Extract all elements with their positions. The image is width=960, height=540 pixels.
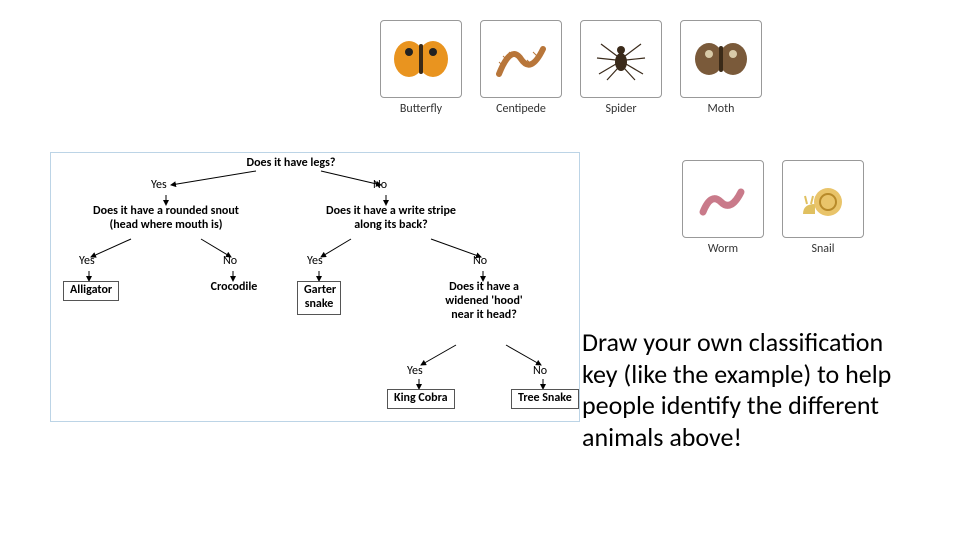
- answer-no: No: [223, 255, 237, 269]
- question-stripe: Does it have a write stripe along its ba…: [311, 205, 471, 233]
- answer-no: No: [533, 365, 547, 379]
- leaf-alligator: Alligator: [63, 281, 119, 301]
- animal-card-worm: Worm: [682, 160, 764, 256]
- animal-card-spider: Spider: [580, 20, 662, 116]
- animal-label: Centipede: [496, 102, 546, 116]
- animal-label: Moth: [708, 102, 735, 116]
- question-snout: Does it have a rounded snout (head where…: [81, 205, 251, 233]
- worm-icon: [682, 160, 764, 238]
- answer-yes: Yes: [307, 255, 323, 269]
- classification-key-example: Does it have legs? Yes No Does it have a…: [50, 152, 580, 422]
- butterfly-icon: [380, 20, 462, 98]
- answer-yes: Yes: [407, 365, 423, 379]
- animal-card-moth: Moth: [680, 20, 762, 116]
- animal-label: Snail: [811, 242, 834, 256]
- centipede-icon: [480, 20, 562, 98]
- answer-no: No: [473, 255, 487, 269]
- answer-no: No: [373, 179, 387, 193]
- question-root: Does it have legs?: [226, 157, 356, 171]
- leaf-crocodile: Crocodile: [203, 281, 265, 295]
- animal-card-butterfly: Butterfly: [380, 20, 462, 116]
- animal-card-snail: Snail: [782, 160, 864, 256]
- question-hood: Does it have a widened 'hood' near it he…: [439, 281, 529, 322]
- animal-label: Butterfly: [400, 102, 442, 116]
- leaf-cobra: King Cobra: [387, 389, 455, 409]
- spider-icon: [580, 20, 662, 98]
- animal-row-bottom: Worm Snail: [682, 160, 864, 256]
- answer-yes: Yes: [79, 255, 95, 269]
- instruction-text: Draw your own classification key (like t…: [582, 327, 922, 454]
- animal-label: Worm: [708, 242, 738, 256]
- animal-row-top: Butterfly Centipede: [380, 20, 762, 116]
- animal-label: Spider: [605, 102, 636, 116]
- snail-icon: [782, 160, 864, 238]
- leaf-garter: Garter snake: [297, 281, 341, 315]
- leaf-tree: Tree Snake: [511, 389, 579, 409]
- answer-yes: Yes: [151, 179, 167, 193]
- moth-icon: [680, 20, 762, 98]
- animal-card-centipede: Centipede: [480, 20, 562, 116]
